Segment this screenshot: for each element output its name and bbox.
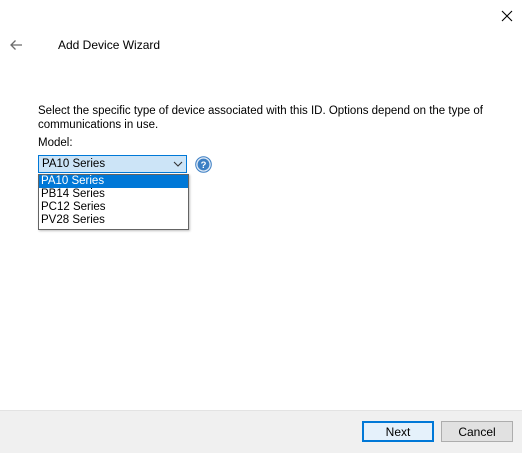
help-button[interactable]: ? xyxy=(195,156,212,173)
model-dropdown-list: PA10 Series PB14 Series PC12 Series PV28… xyxy=(38,174,189,230)
chevron-down-icon xyxy=(173,161,183,167)
help-icon: ? xyxy=(195,156,212,173)
wizard-title: Add Device Wizard xyxy=(58,38,161,52)
next-button[interactable]: Next xyxy=(362,421,434,442)
svg-text:?: ? xyxy=(201,160,207,171)
instructions-text: Select the specific type of device assoc… xyxy=(38,105,483,131)
close-button[interactable] xyxy=(494,4,520,28)
model-option-pb14[interactable]: PB14 Series xyxy=(39,188,188,201)
footer-bar: Next Cancel xyxy=(0,410,522,453)
cancel-button[interactable]: Cancel xyxy=(441,421,513,442)
model-option-pv28[interactable]: PV28 Series xyxy=(39,214,188,227)
back-arrow-icon xyxy=(10,40,22,50)
back-button[interactable] xyxy=(6,36,26,54)
model-option-pa10[interactable]: PA10 Series xyxy=(39,175,188,188)
model-label: Model: xyxy=(38,137,73,149)
close-icon xyxy=(501,10,513,22)
model-option-pc12[interactable]: PC12 Series xyxy=(39,201,188,214)
model-select-value: PA10 Series xyxy=(42,158,106,170)
model-select[interactable]: PA10 Series xyxy=(38,155,187,173)
